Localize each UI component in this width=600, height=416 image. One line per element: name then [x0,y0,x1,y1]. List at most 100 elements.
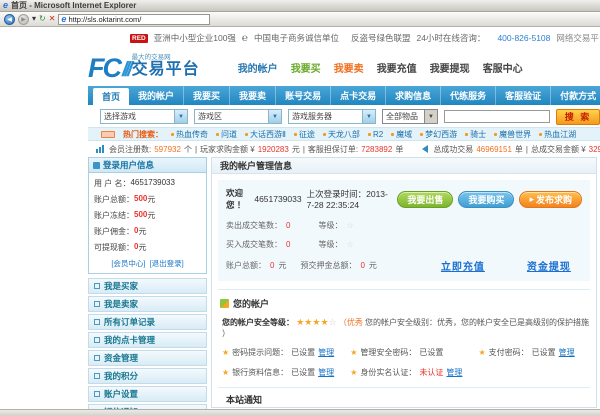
game-select[interactable]: 选择游戏 ▼ [100,109,188,124]
hot-link[interactable]: R2 [368,130,383,139]
bullet-icon [420,133,423,136]
nav-my-account[interactable]: 我的帐户 [238,60,278,75]
tab-payment-methods[interactable]: 付款方式 [551,86,600,105]
sidebar-item-points[interactable]: 我的积分 [88,368,207,384]
hot-link-label: 征途 [299,129,315,140]
page-icon: e [61,15,66,24]
security-item-bank-info: ★ 银行资料信息：已设置 管理 [222,367,350,378]
star-icon: ★ [350,348,357,357]
sidebar-item-label: 我是买家 [104,280,138,292]
ecommerce-mark-icon: ℮ [242,33,248,44]
refresh-icon[interactable]: ↻ [39,15,46,23]
withdrawable-label: 可提现额： [94,242,134,253]
star-icon: ★ [478,348,485,357]
login-info-title: 登录用户信息 [103,159,154,171]
security-item-label: 支付密码： [489,347,529,358]
recharge-link[interactable]: 立即充值 [441,258,485,273]
hot-link[interactable]: 大话西游Ⅱ [245,129,286,140]
zone-select[interactable]: 游戏区 ▼ [194,109,282,124]
tab-wanted-info[interactable]: 求购信息 [386,86,441,105]
tab-home[interactable]: 首页 [93,88,129,105]
logo-fc-mark: FC [88,56,120,80]
back-button[interactable]: ◀ [4,14,15,25]
bullet-icon [494,133,497,136]
bullet-icon [216,133,219,136]
bullet-icon [368,133,371,136]
sidebar-item-label: 我的点卡管理 [104,334,155,346]
hot-link[interactable]: 热血传奇 [171,129,208,140]
hot-link[interactable]: 梦幻西游 [420,129,457,140]
link-logout[interactable]: [退出登录] [150,258,184,269]
main-nav: 首页 我的帐户 我要买 我要卖 账号交易 点卡交易 求购信息 代练服务 客服验证… [88,86,600,105]
hot-link-label: 魔兽世界 [499,129,531,140]
stop-icon[interactable]: ✕ [49,15,56,23]
hot-link-label: 热血传奇 [176,129,208,140]
badge-ecommerce-integrity: 中国电子商务诚信单位 [254,32,339,44]
page-content: RED 亚洲中小型企业100强 ℮ 中国电子商务诚信单位 反盗号绿色联盟 24小… [0,27,600,416]
user-row: 用 户 名： 4651739033 [94,178,201,189]
tab-buy[interactable]: 我要买 [184,86,230,105]
badge-green-alliance: 反盗号绿色联盟 [351,32,411,44]
tab-service-verify[interactable]: 客服验证 [496,86,551,105]
certification-strip: RED 亚洲中小型企业100强 ℮ 中国电子商务诚信单位 反盗号绿色联盟 24小… [130,28,600,48]
sidebar-item-settings[interactable]: 账户设置 [88,386,207,402]
sell-button[interactable]: 我要出售 [397,191,453,208]
hot-link[interactable]: 征途 [294,129,315,140]
nav-withdraw[interactable]: 我要提现 [430,60,470,75]
hot-link-label: 大话西游Ⅱ [250,129,286,140]
members-value: 597932 [154,145,181,154]
account-section-title: 您的帐户 [233,297,269,310]
total-label: 总成功交易 [433,144,473,155]
frozen-value: 500 [134,210,147,221]
forward-button[interactable]: ▶ [18,14,29,25]
deposit-label: 预交押金总额： [300,260,356,271]
logo-slashes-icon: /// [122,60,130,80]
sidebar-item-orders[interactable]: 所有订单记录 [88,314,207,330]
manage-link[interactable]: 管理 [559,347,575,358]
security-stars-icon: ★★★★ [296,317,328,327]
balance-value: 500 [134,194,147,205]
withdraw-link[interactable]: 资金提现 [527,258,571,273]
manage-link[interactable]: 管理 [318,347,334,358]
manage-link[interactable]: 管理 [446,367,462,378]
nav-recharge[interactable]: 我要充值 [377,60,417,75]
hotline-number: 400-826-5108 [497,33,550,43]
hot-link[interactable]: 热血江湖 [539,129,576,140]
nav-want-buy[interactable]: 我要买 [291,60,321,75]
user-row: 账户佣金： 0 元 [94,226,201,237]
manage-link[interactable]: 管理 [318,367,334,378]
hot-link[interactable]: 问道 [216,129,237,140]
link-member-center[interactable]: [会员中心] [111,258,145,269]
hot-link[interactable]: 天龙八部 [323,129,360,140]
sidebar-item-funds[interactable]: 资金管理 [88,350,207,366]
hot-link[interactable]: 魔兽世界 [494,129,531,140]
hot-link[interactable]: 魔域 [391,129,412,140]
hot-link[interactable]: 骑士 [465,129,486,140]
tab-sell[interactable]: 我要卖 [230,86,276,105]
security-item-label: 管理安全密码： [360,347,416,358]
site-logo[interactable]: FC /// 最大的交易网 交易平台 [88,54,200,80]
welcome-block: 欢迎您 ！ 4651739033 上次登录时间：2013-7-28 22:35:… [218,180,590,281]
security-level-label: 您的帐户安全等级： [222,318,294,327]
sidebar-item-card-management[interactable]: 我的点卡管理 [88,332,207,348]
chevron-down-icon: ▼ [174,110,187,123]
search-button[interactable]: 搜 索 [556,109,600,125]
nav-want-sell[interactable]: 我要卖 [334,60,364,75]
tab-card-trade[interactable]: 点卡交易 [331,86,386,105]
sidebar-item-buyer[interactable]: 我是买家 [88,278,207,294]
post-wanted-button[interactable]: ▸发布求购 [519,191,582,208]
buy-button[interactable]: 我要购买 [458,191,514,208]
tab-leveling-service[interactable]: 代练服务 [441,86,496,105]
url-field[interactable]: e http://sls.oktarint.com/ [58,14,210,25]
item-select[interactable]: 全部物品 ▼ [382,109,438,124]
sidebar-item-seller[interactable]: 我是卖家 [88,296,207,312]
tab-account-trade[interactable]: 账号交易 [276,86,331,105]
buy-unit: 元 [292,144,300,155]
folder-icon [94,355,100,361]
server-select[interactable]: 游戏服务器 ▼ [288,109,376,124]
tab-my-account[interactable]: 我的帐户 [129,86,184,105]
nav-service-center[interactable]: 客服中心 [483,60,523,75]
history-dropdown-icon[interactable]: ▾ [32,15,36,23]
search-input[interactable] [444,110,550,123]
hot-link-label: 魔域 [396,129,412,140]
